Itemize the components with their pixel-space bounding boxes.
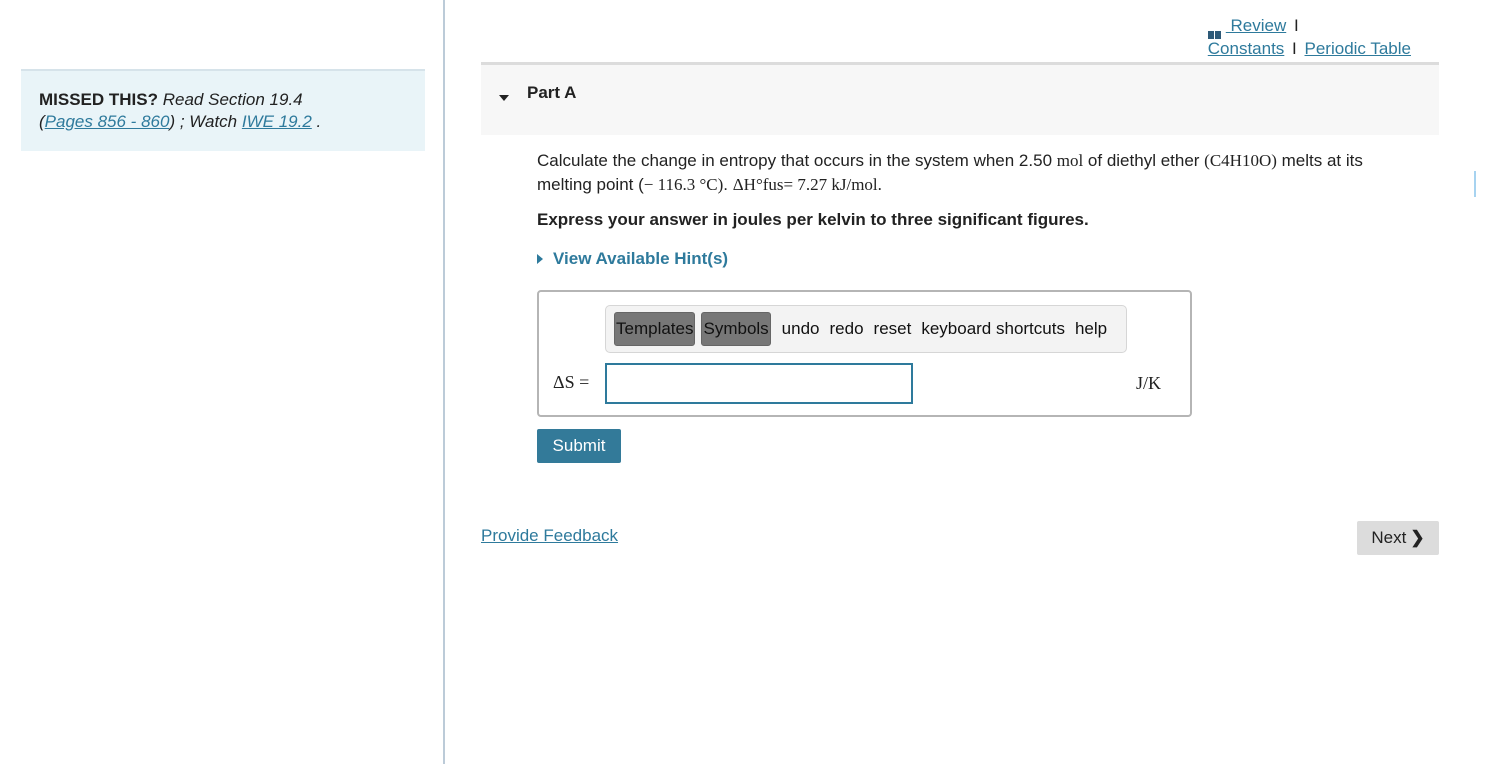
templates-label: Templates [616, 319, 694, 338]
read-section-text: Read Section 19.4 [158, 90, 303, 109]
review-link[interactable]: Review [1207, 16, 1287, 39]
question-text-segment: Calculate the change in entropy that occ… [537, 151, 1057, 170]
separator: I [1293, 16, 1299, 35]
scrollbar-indicator[interactable] [1474, 171, 1476, 197]
answer-box: Templates Symbols undo redo reset keyboa… [537, 290, 1192, 417]
question-text-segment: melting point ( [537, 175, 644, 194]
help-button[interactable]: help [1075, 319, 1107, 339]
next-button[interactable]: Next ❯ [1357, 521, 1439, 555]
symbols-label: Symbols [703, 319, 769, 338]
book-icon [1207, 22, 1222, 39]
missed-this-box: MISSED THIS? Read Section 19.4 (Pages 85… [21, 69, 425, 151]
iwe-link[interactable]: IWE 19.2 [242, 112, 312, 131]
chemical-formula: (C4H10O) [1204, 151, 1277, 170]
panel-divider [443, 0, 445, 764]
separator: I [1292, 39, 1297, 58]
redo-button[interactable]: redo [830, 319, 864, 339]
delta-s-label: ΔS = [553, 372, 590, 392]
melting-temp: − 116.3 °C) [643, 175, 724, 194]
provide-feedback-link[interactable]: Provide Feedback [481, 526, 618, 546]
end-text: . [311, 112, 322, 131]
review-label: Review [1225, 16, 1287, 35]
question-text-segment: melts at its [1276, 151, 1363, 170]
unit-label: J/K [1136, 373, 1162, 393]
hint-label: View Available Hint(s) [553, 249, 729, 268]
symbols-button[interactable]: Symbols [701, 312, 771, 346]
part-title: Part A [527, 83, 577, 102]
instruction-text: Express your answer in joules per kelvin… [537, 210, 1089, 229]
resource-links: Review I Constants I Periodic Table [1207, 14, 1411, 60]
question-text-segment: . [723, 175, 733, 194]
periodic-table-link[interactable]: Periodic Table [1305, 39, 1411, 58]
reset-button[interactable]: reset [874, 319, 912, 339]
view-hints-toggle[interactable]: View Available Hint(s) [537, 249, 728, 269]
missed-label: MISSED THIS? [39, 90, 159, 109]
question-text: Calculate the change in entropy that occ… [537, 149, 1437, 197]
pages-link[interactable]: Pages 856 - 860 [45, 112, 170, 131]
math-mol: mol [1056, 151, 1084, 170]
answer-input[interactable] [605, 363, 913, 404]
caret-right-icon [537, 254, 543, 264]
caret-down-icon[interactable] [499, 95, 509, 101]
math-toolbar: Templates Symbols undo redo reset keyboa… [605, 305, 1127, 353]
submit-button[interactable]: Submit [537, 429, 621, 463]
enthalpy-of-fusion: ΔH°fus= 7.27 kJ/mol. [732, 175, 882, 194]
question-text-segment: of diethyl ether [1083, 151, 1205, 170]
watch-text: ) ; Watch [169, 112, 242, 131]
part-header[interactable]: Part A [481, 62, 1439, 135]
undo-button[interactable]: undo [782, 319, 820, 339]
keyboard-shortcuts-button[interactable]: keyboard shortcuts [921, 319, 1065, 339]
chevron-right-icon: ❯ [1410, 528, 1425, 547]
templates-button[interactable]: Templates [614, 312, 696, 346]
constants-link[interactable]: Constants [1208, 39, 1285, 58]
next-label: Next [1371, 528, 1407, 547]
